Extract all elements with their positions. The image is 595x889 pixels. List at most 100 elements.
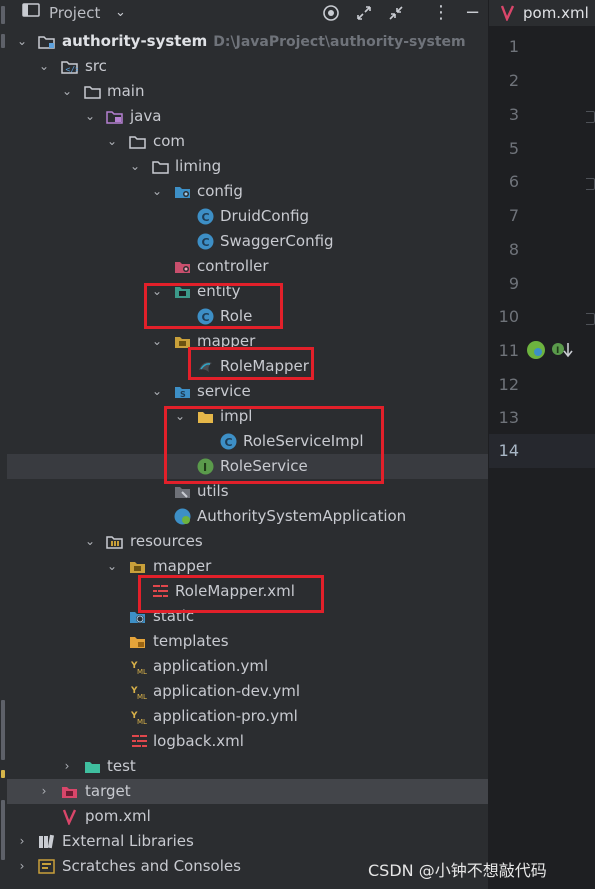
tree-row-com[interactable]: ⌄ com (7, 129, 488, 154)
project-panel: Project ⌄ ⋮ − ⌄ authority-system D:\JavaP… (7, 0, 488, 889)
svg-text:ML: ML (137, 693, 147, 700)
csdn-watermark: CSDN @小钟不想敲代码 (368, 861, 547, 880)
tree-row-main[interactable]: ⌄ main (7, 79, 488, 104)
options-menu-icon[interactable]: ⋮ (432, 0, 450, 26)
tree-row-role[interactable]: C Role (7, 304, 488, 329)
chevron-down-icon[interactable]: ⌄ (16, 29, 28, 54)
tree-row-test[interactable]: › test (7, 754, 488, 779)
tree-row-resources-mapper[interactable]: ⌄ mapper (7, 554, 488, 579)
chevron-down-icon[interactable]: ⌄ (151, 379, 163, 404)
web-folder-icon (129, 608, 146, 625)
tree-row-role-service-impl[interactable]: C RoleServiceImpl (7, 429, 488, 454)
tree-row-swagger-config[interactable]: C SwaggerConfig (7, 229, 488, 254)
tool-window-stripe[interactable] (1, 34, 5, 48)
line-number: 8 (508, 240, 519, 259)
chevron-right-icon[interactable]: › (61, 754, 73, 779)
chevron-down-icon[interactable]: ⌄ (106, 554, 118, 579)
chevron-down-icon[interactable]: ⌄ (151, 329, 163, 354)
chevron-down-icon[interactable]: ⌄ (84, 529, 96, 554)
folder-icon (84, 83, 101, 100)
tree-row-role-mapper-xml[interactable]: RoleMapper.xml (7, 579, 488, 604)
tree-row-logback-xml[interactable]: logback.xml (7, 729, 488, 754)
collapse-all-icon[interactable] (387, 0, 405, 30)
tree-row-application-dev-yml[interactable]: Y ML application-dev.yml (7, 679, 488, 704)
source-folder-icon: </> (61, 58, 80, 75)
tree-row-src[interactable]: ⌄ </> src (7, 54, 488, 79)
chevron-right-icon[interactable]: › (38, 779, 50, 804)
tree-row-authority-system-application[interactable]: AuthoritySystemApplication (7, 504, 488, 529)
editor-tab-pom-xml[interactable]: pom.xml (489, 0, 595, 27)
line-number: 11 (498, 341, 519, 360)
tree-row-application-pro-yml[interactable]: Y ML application-pro.yml (7, 704, 488, 729)
tree-row-liming[interactable]: ⌄ liming (7, 154, 488, 179)
tree-label-role-mapper: RoleMapper (220, 357, 309, 375)
expand-all-icon[interactable] (355, 0, 373, 30)
tree-label-authority-system-application: AuthoritySystemApplication (197, 507, 407, 525)
hide-panel-icon[interactable]: − (465, 0, 480, 26)
chevron-down-icon[interactable]: ⌄ (129, 154, 141, 179)
chevron-down-icon[interactable]: ⌄ (61, 79, 73, 104)
line-number: 7 (508, 206, 519, 225)
svg-text:I: I (203, 461, 207, 474)
tree-label-templates: templates (153, 632, 229, 650)
chevron-down-icon[interactable]: ⌄ (115, 0, 126, 26)
chevron-down-icon[interactable]: ⌄ (151, 179, 163, 204)
tree-label-mapper: mapper (197, 332, 256, 350)
tool-window-stripe[interactable] (1, 800, 5, 860)
tree-label-test: test (107, 757, 136, 775)
fold-marker-icon[interactable] (586, 111, 595, 123)
tree-row-impl[interactable]: ⌄ impl (7, 404, 488, 429)
tree-row-role-mapper[interactable]: RoleMapper (7, 354, 488, 379)
svg-text:S: S (180, 390, 186, 399)
chevron-right-icon[interactable]: › (16, 829, 28, 854)
tree-row-role-service[interactable]: I RoleService (7, 454, 488, 479)
tree-label-java: java (130, 107, 162, 125)
fold-marker-icon[interactable] (586, 178, 595, 190)
chevron-down-icon[interactable]: ⌄ (151, 279, 163, 304)
tree-label-authority-system: authority-system D:\JavaProject\authority… (62, 29, 466, 55)
tool-window-stripe[interactable] (1, 6, 5, 24)
tree-row-target[interactable]: › target (7, 779, 488, 804)
tree-row-config[interactable]: ⌄ config (7, 179, 488, 204)
project-name: authority-system (62, 32, 208, 50)
chevron-down-icon[interactable]: ⌄ (174, 404, 186, 429)
tool-window-stripe[interactable] (1, 770, 5, 778)
tree-label-com: com (153, 132, 186, 150)
chevron-down-icon[interactable]: ⌄ (84, 104, 96, 129)
line-number: 3 (508, 105, 519, 124)
line-number: 10 (498, 307, 519, 326)
line-number: 5 (508, 139, 519, 158)
svg-text:ML: ML (137, 718, 147, 725)
chevron-down-icon[interactable]: ⌄ (38, 54, 50, 79)
tree-row-controller[interactable]: controller (7, 254, 488, 279)
tree-row-druid-config[interactable]: C DruidConfig (7, 204, 488, 229)
tree-row-mapper[interactable]: ⌄ mapper (7, 329, 488, 354)
tree-label-application-dev-yml: application-dev.yml (153, 682, 301, 700)
svg-text:I: I (556, 346, 559, 356)
tree-label-druid-config: DruidConfig (220, 207, 310, 225)
tree-row-static[interactable]: static (7, 604, 488, 629)
line-number: 6 (508, 172, 519, 191)
config-folder-icon (174, 183, 191, 200)
tree-row-java[interactable]: ⌄ java (7, 104, 488, 129)
tree-row-pom-xml[interactable]: pom.xml (7, 804, 488, 829)
tree-row-authority-system[interactable]: ⌄ authority-system D:\JavaProject\authori… (7, 29, 488, 54)
tree-row-application-yml[interactable]: Y ML application.yml (7, 654, 488, 679)
tree-row-external-libraries[interactable]: › External Libraries (7, 829, 488, 854)
fold-marker-icon[interactable] (586, 313, 595, 325)
tree-label-utils: utils (197, 482, 229, 500)
tree-row-utils[interactable]: utils (7, 479, 488, 504)
chevron-down-icon[interactable]: ⌄ (106, 129, 118, 154)
tree-row-resources[interactable]: ⌄ resources (7, 529, 488, 554)
tree-row-service[interactable]: ⌄ S service (7, 379, 488, 404)
project-view-title[interactable]: Project (49, 0, 100, 26)
project-view-icon[interactable] (22, 0, 40, 26)
tree-row-templates[interactable]: templates (7, 629, 488, 654)
tree-label-role-service-impl: RoleServiceImpl (243, 432, 364, 450)
implemented-gutter-icon[interactable]: I (551, 341, 573, 363)
tree-row-entity[interactable]: ⌄ entity (7, 279, 488, 304)
spring-bean-gutter-icon[interactable] (526, 340, 546, 364)
tool-window-stripe[interactable] (1, 700, 5, 760)
chevron-right-icon[interactable]: › (16, 854, 28, 879)
locate-file-icon[interactable] (322, 0, 340, 30)
